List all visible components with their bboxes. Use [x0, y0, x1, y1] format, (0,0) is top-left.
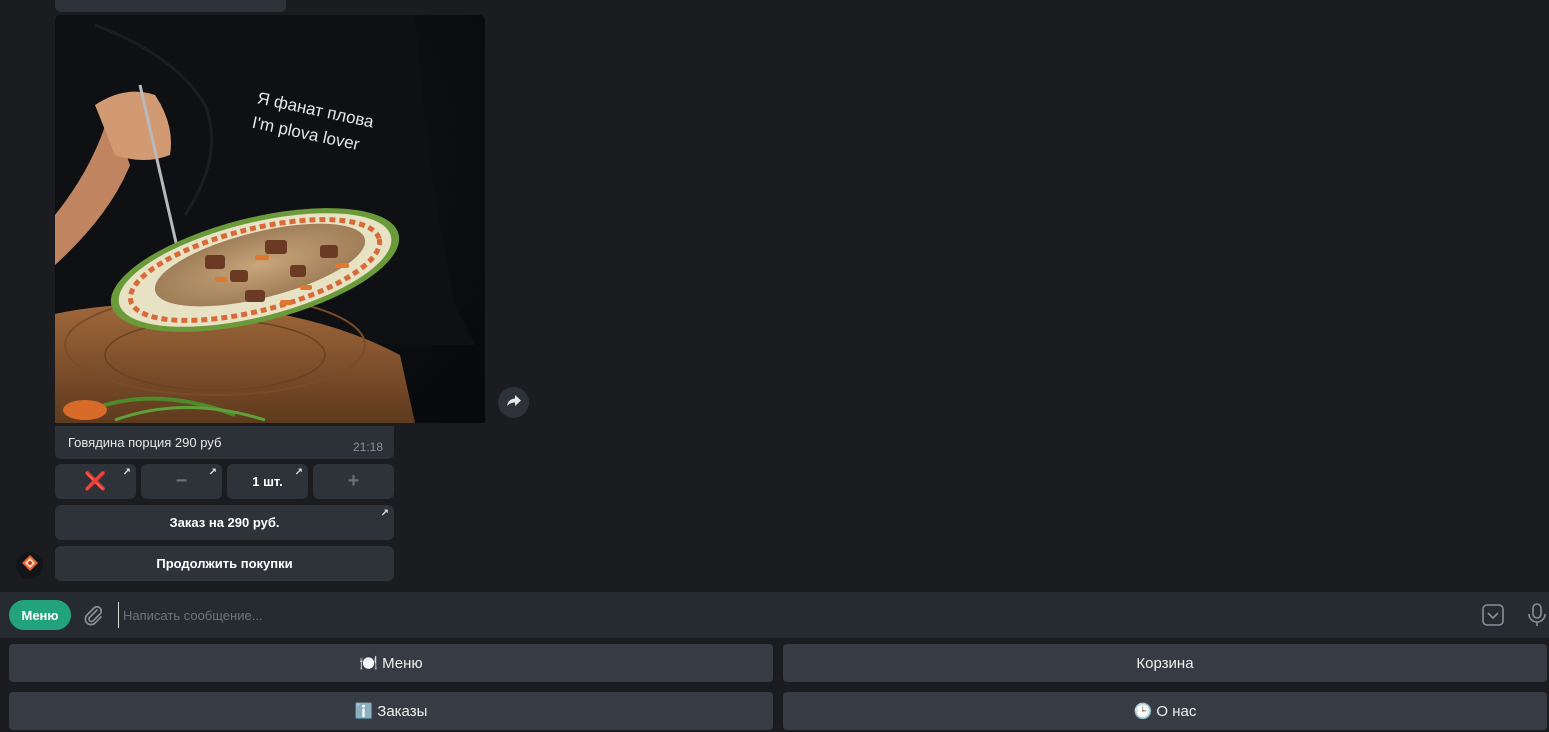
- reply-button-menu-label: Меню: [382, 654, 423, 672]
- message-time: 21:18: [352, 440, 383, 454]
- message-composer: Меню: [0, 592, 1549, 638]
- quantity-label: 1 шт.: [252, 474, 283, 489]
- reply-button-menu[interactable]: 🍽️ Меню: [9, 644, 773, 682]
- reply-button-about[interactable]: 🕒 О нас: [783, 692, 1547, 730]
- info-icon: ℹ️: [354, 703, 374, 720]
- attach-icon[interactable]: [82, 604, 104, 626]
- reply-button-cart[interactable]: Корзина: [783, 644, 1547, 682]
- open-arrow-icon: ↗: [294, 467, 303, 478]
- continue-shopping-button[interactable]: Продолжить покупки: [55, 546, 394, 581]
- decrease-quantity-button[interactable]: − ↗: [141, 464, 222, 499]
- order-total-label: Заказ на 290 руб.: [169, 515, 280, 530]
- continue-shopping-label: Продолжить покупки: [156, 556, 293, 571]
- bot-avatar-icon: [21, 555, 38, 576]
- reply-button-about-label: О нас: [1156, 702, 1197, 720]
- order-total-button[interactable]: Заказ на 290 руб. ↗: [55, 505, 394, 540]
- minus-icon: −: [175, 470, 188, 492]
- open-arrow-icon: ↗: [208, 467, 217, 478]
- plate-icon: 🍽️: [359, 655, 379, 672]
- clock-icon: 🕒: [1133, 703, 1153, 720]
- caption-text: Говядина порция 290 руб: [68, 435, 222, 450]
- message-caption: Говядина порция 290 руб 21:18: [55, 426, 394, 459]
- message-photo[interactable]: Я фанат плова I'm plova lover: [55, 15, 485, 423]
- increase-quantity-button[interactable]: +: [313, 464, 394, 499]
- bot-menu-button[interactable]: Меню: [9, 600, 71, 630]
- remove-cross-icon: ❌: [84, 471, 107, 491]
- forward-icon: [506, 394, 521, 412]
- reply-button-cart-label: Корзина: [1136, 654, 1194, 672]
- bot-avatar[interactable]: [16, 552, 43, 579]
- open-arrow-icon: ↗: [122, 467, 131, 478]
- remove-item-button[interactable]: ❌ ↗: [55, 464, 136, 499]
- open-arrow-icon: ↗: [380, 508, 389, 519]
- chat-area: Я фанат плова I'm plova lover Говядина п…: [0, 0, 1549, 592]
- reply-button-orders[interactable]: ℹ️ Заказы: [9, 692, 773, 730]
- previous-inline-button[interactable]: [55, 0, 286, 12]
- quantity-button[interactable]: 1 шт. ↗: [227, 464, 308, 499]
- reply-button-orders-label: Заказы: [377, 702, 428, 720]
- plov-photo-image: Я фанат плова I'm plova lover: [55, 15, 485, 423]
- forward-button[interactable]: [498, 387, 529, 418]
- keyboard-icon[interactable]: [1482, 604, 1504, 626]
- plus-icon: +: [347, 470, 360, 492]
- message-input[interactable]: [118, 602, 1458, 628]
- mic-icon[interactable]: [1527, 603, 1547, 627]
- reply-keyboard: 🍽️ Меню Корзина ℹ️ Заказы 🕒 О нас: [0, 638, 1549, 732]
